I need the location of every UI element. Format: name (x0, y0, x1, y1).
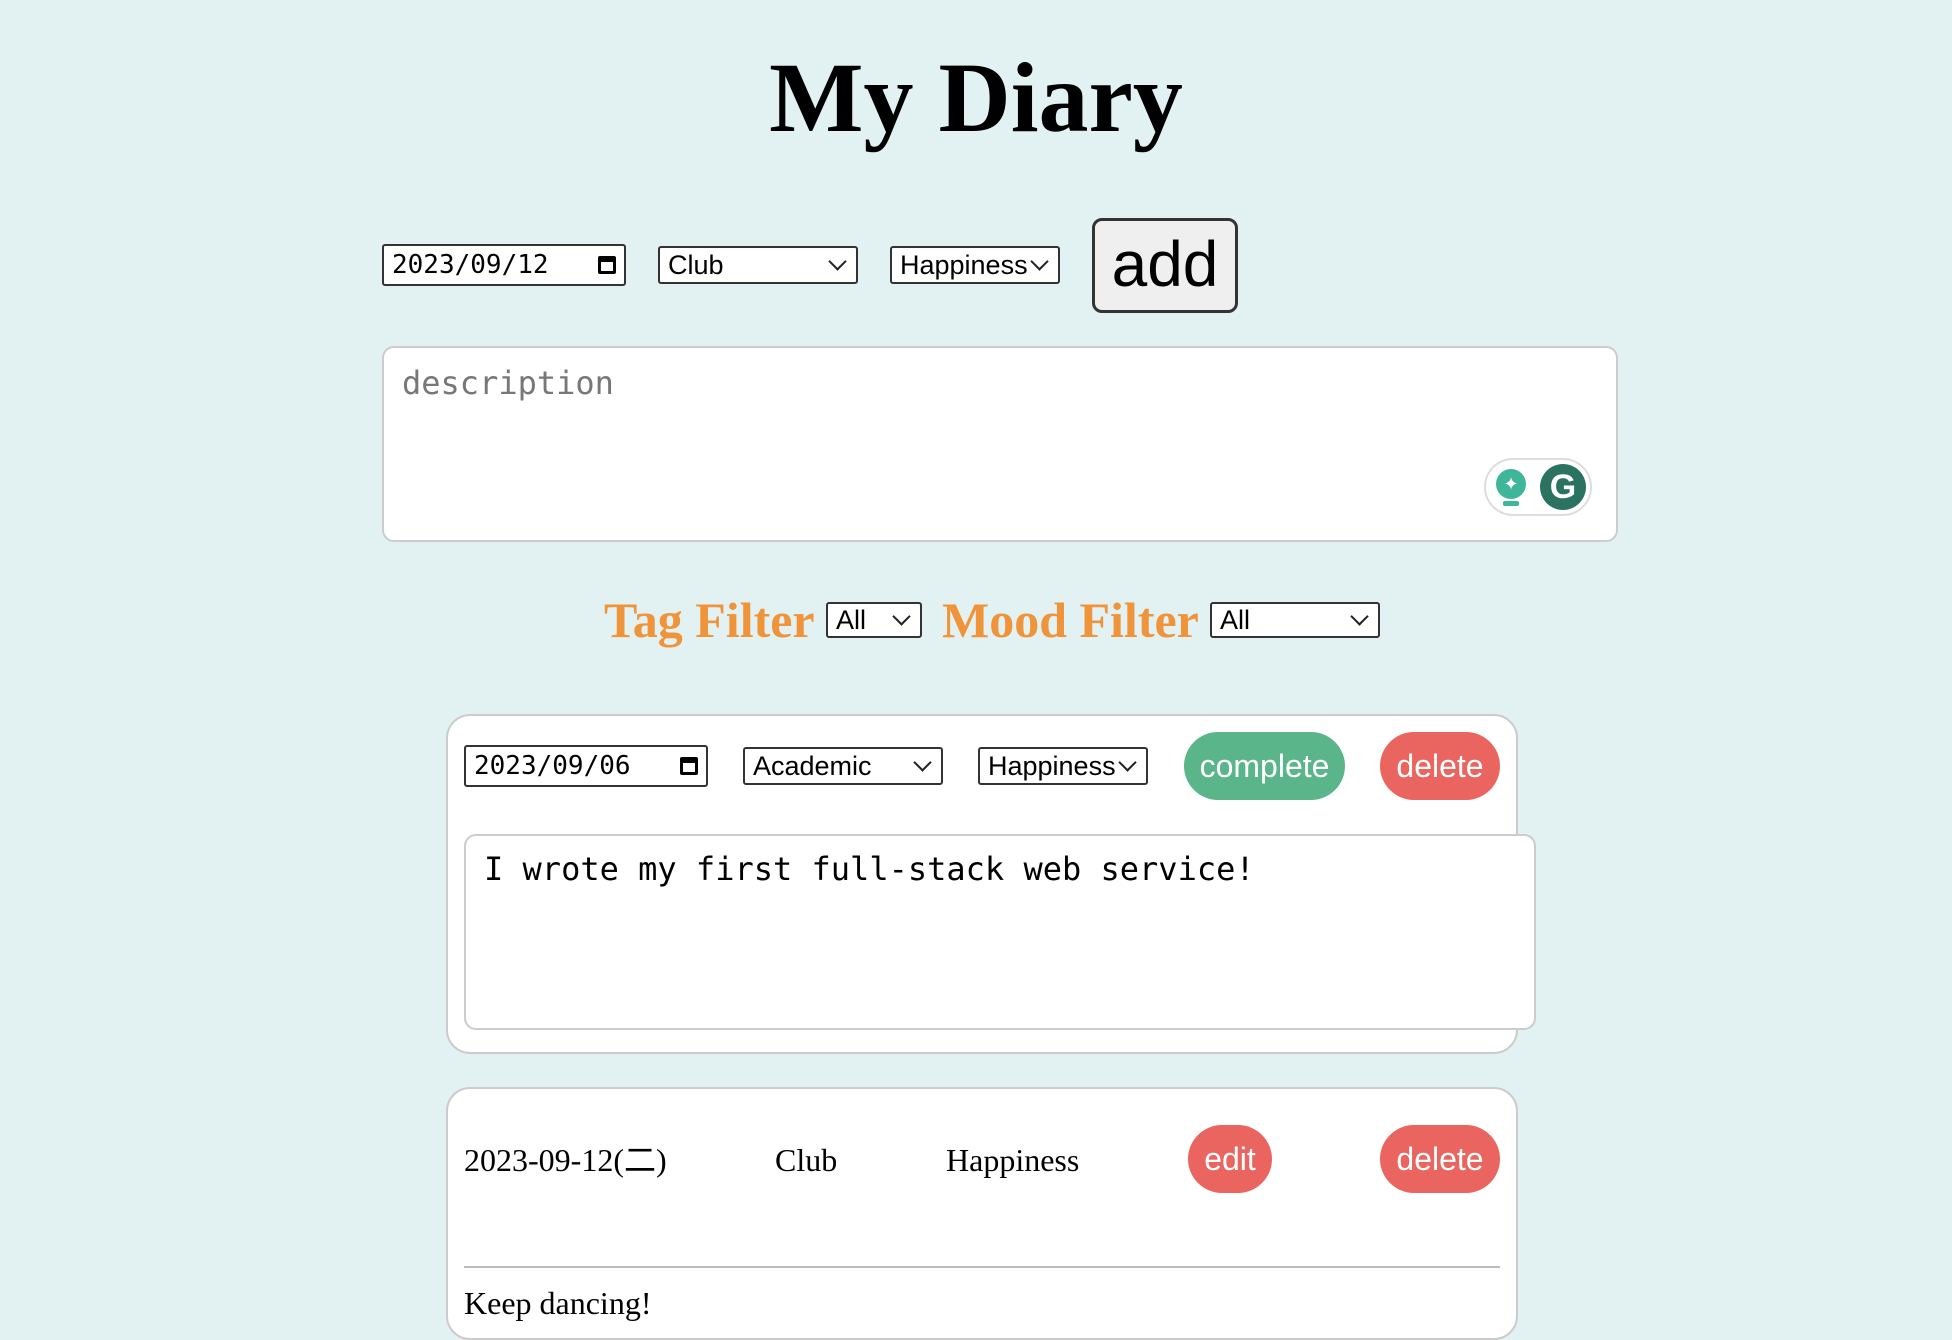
entry-divider (464, 1266, 1500, 1268)
writing-assistant-widget[interactable]: ✦ G (1484, 458, 1592, 516)
entry-text: Keep dancing! (464, 1285, 652, 1321)
new-entry-tag-select[interactable]: Club (658, 246, 858, 284)
complete-button[interactable]: complete (1184, 732, 1345, 800)
entry-mood-value: Happiness (988, 750, 1116, 781)
tag-filter-select[interactable]: All (826, 602, 922, 638)
chevron-down-icon (1030, 252, 1049, 271)
calendar-icon[interactable] (680, 757, 698, 775)
new-entry-date-value: 2023/09/12 (392, 250, 549, 280)
tag-filter-label: Tag Filter (604, 592, 815, 648)
chevron-down-icon (828, 252, 847, 271)
chevron-down-icon (913, 753, 932, 772)
lightbulb-icon[interactable]: ✦ (1496, 469, 1526, 499)
entry-date-input[interactable]: 2023/09/06 (464, 745, 708, 787)
new-entry-mood-select[interactable]: Happiness (890, 246, 1060, 284)
page-title: My Diary (769, 42, 1183, 153)
entry-tag-value: Academic (753, 750, 872, 781)
calendar-icon[interactable] (598, 256, 616, 274)
chevron-down-icon (1350, 607, 1369, 626)
entry-date-value: 2023/09/06 (474, 751, 631, 781)
description-placeholder: description (402, 364, 614, 402)
description-textarea[interactable]: description ✦ G (382, 346, 1618, 542)
grammarly-icon[interactable]: G (1540, 464, 1586, 510)
entry-tag-select[interactable]: Academic (743, 747, 943, 785)
mood-filter-value: All (1220, 604, 1251, 635)
entry-date: 2023-09-12(二) (464, 1142, 667, 1178)
add-button[interactable]: add (1092, 218, 1238, 313)
delete-button[interactable]: delete (1380, 1125, 1500, 1193)
entry-mood-select[interactable]: Happiness (978, 747, 1148, 785)
entry-text-area[interactable]: I wrote my first full-stack web service! (464, 834, 1536, 1030)
entry-mood: Happiness (946, 1142, 1080, 1178)
mood-filter-label: Mood Filter (942, 592, 1199, 648)
lightbulb-base (1503, 501, 1519, 506)
entry-text: I wrote my first full-stack web service! (484, 850, 1255, 888)
new-entry-mood-value: Happiness (900, 249, 1028, 280)
mood-filter-select[interactable]: All (1210, 602, 1380, 638)
chevron-down-icon (892, 607, 911, 626)
new-entry-date-input[interactable]: 2023/09/12 (382, 244, 626, 286)
edit-button[interactable]: edit (1188, 1125, 1272, 1193)
new-entry-tag-value: Club (668, 249, 724, 280)
tag-filter-value: All (836, 604, 867, 635)
delete-button[interactable]: delete (1380, 732, 1500, 800)
chevron-down-icon (1118, 753, 1137, 772)
entry-tag: Club (775, 1142, 838, 1178)
